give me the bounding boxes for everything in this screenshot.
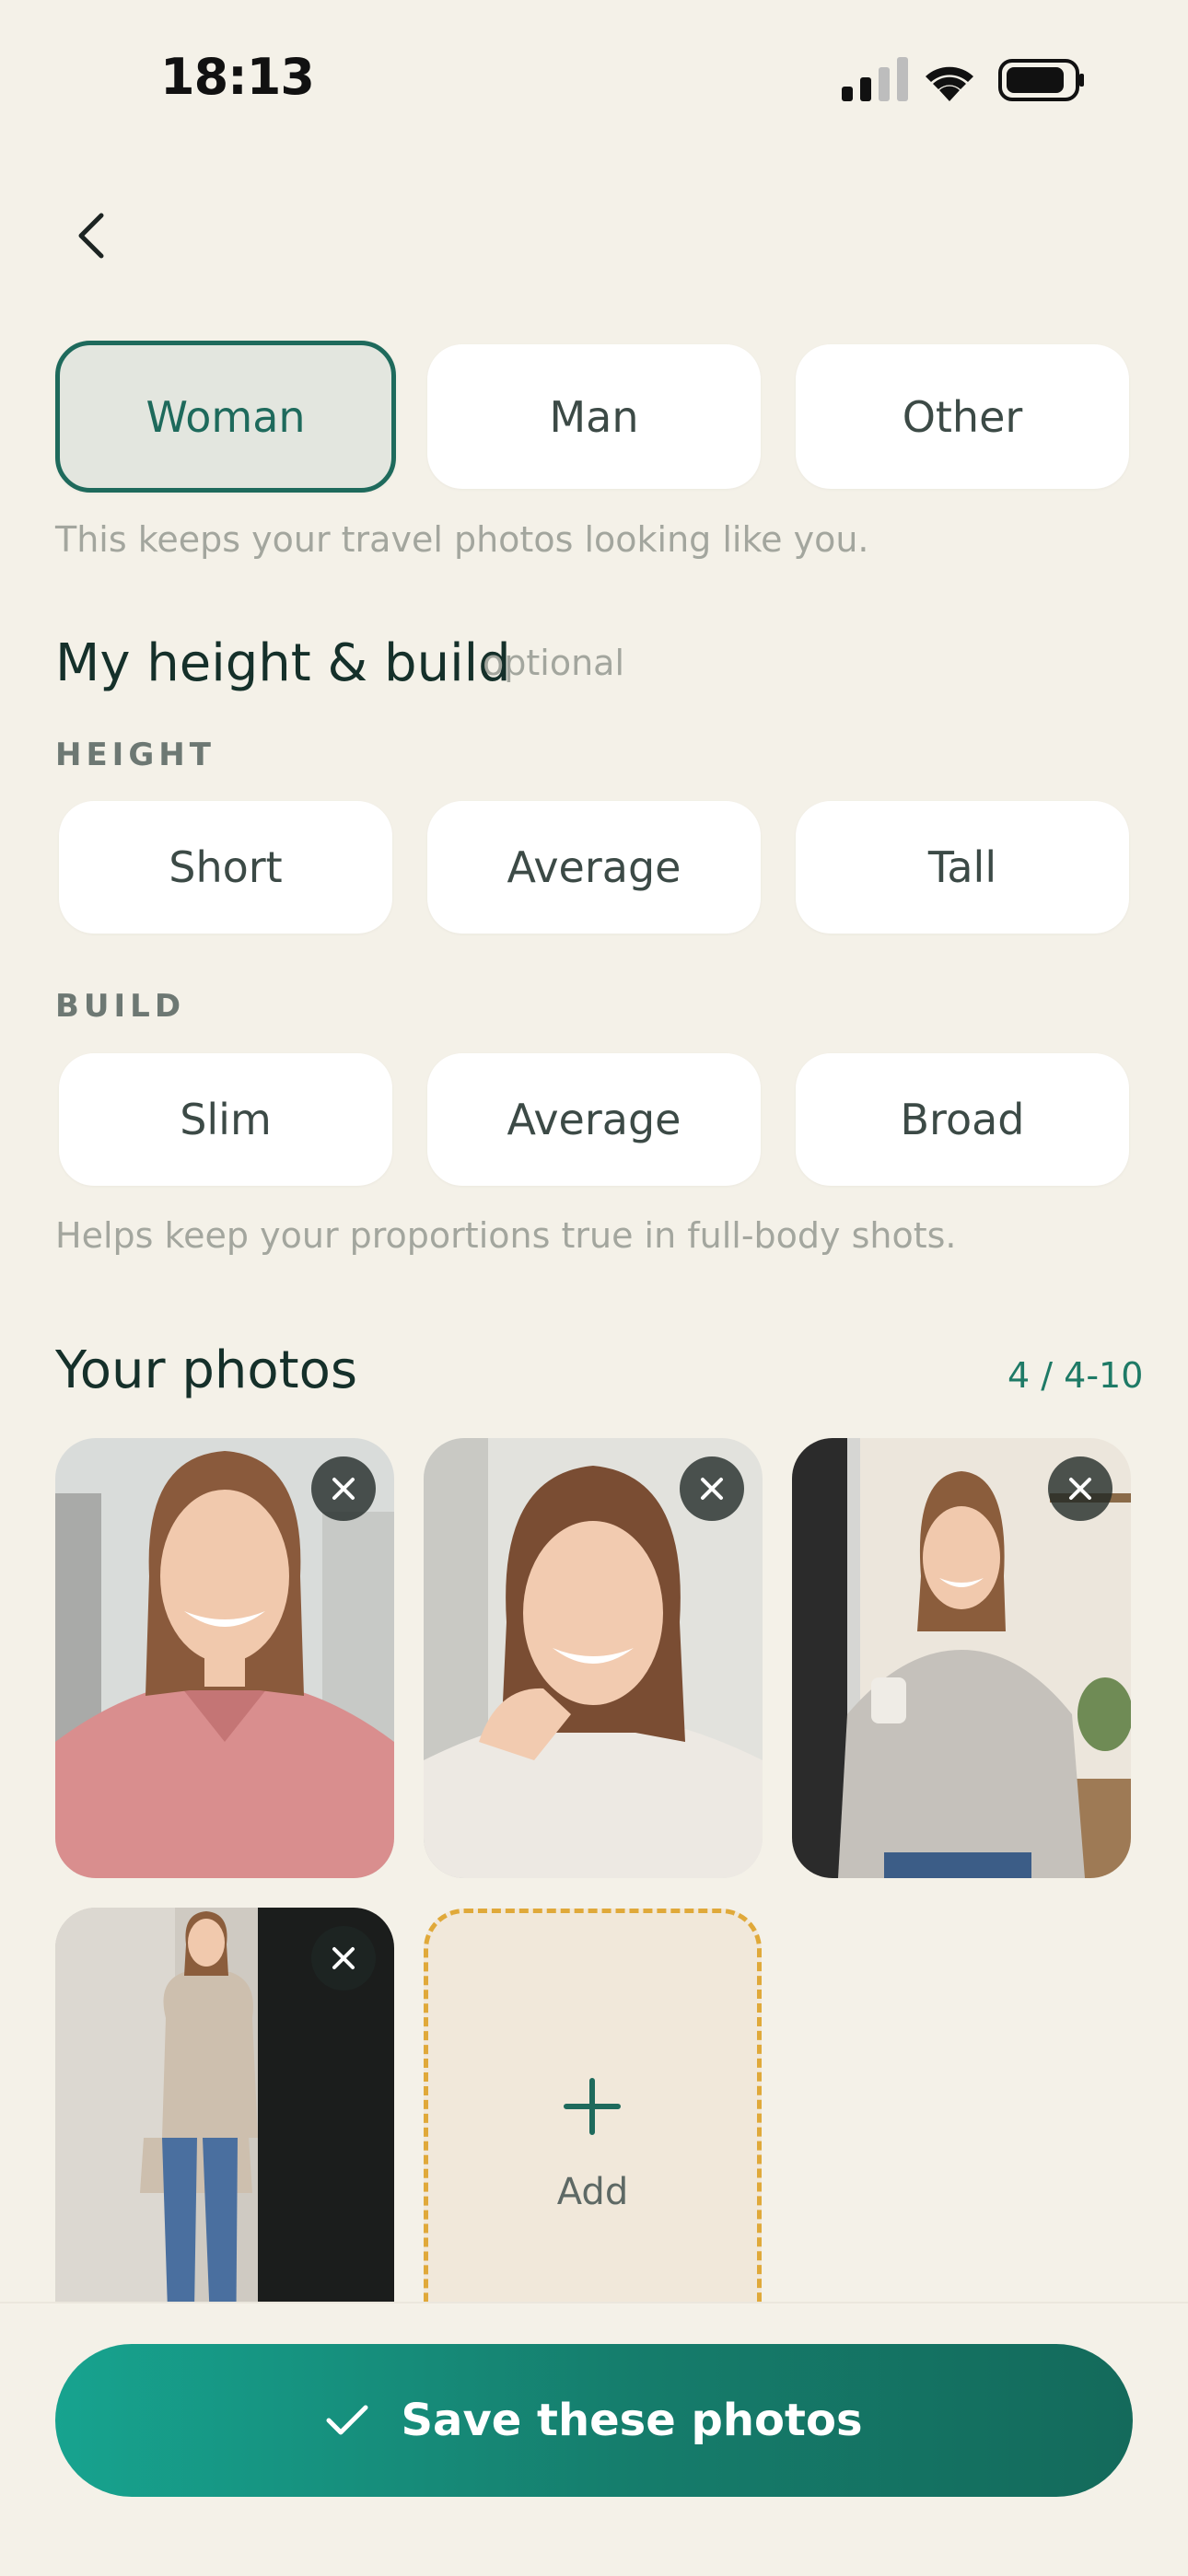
- optional-label: optional: [483, 643, 625, 683]
- height-label: HEIGHT: [55, 737, 215, 773]
- photo-thumbnail-1[interactable]: [55, 1438, 394, 1878]
- plus-icon: [564, 2078, 621, 2135]
- status-time: 18:13: [160, 48, 315, 106]
- height-option-short[interactable]: Short: [59, 801, 392, 934]
- photo-thumbnail-3[interactable]: [792, 1438, 1131, 1878]
- save-photos-button[interactable]: Save these photos: [55, 2344, 1133, 2497]
- height-build-title: My height & build: [55, 633, 511, 693]
- close-icon: [701, 1478, 723, 1500]
- build-hint: Helps keep your proportions true in full…: [55, 1215, 957, 1256]
- close-icon: [1069, 1478, 1091, 1500]
- close-icon: [332, 1947, 355, 1969]
- battery-icon: [998, 59, 1084, 101]
- photos-title: Your photos: [55, 1340, 358, 1400]
- build-option-broad[interactable]: Broad: [796, 1053, 1129, 1186]
- add-photo-label: Add: [556, 2171, 629, 2213]
- remove-photo-button[interactable]: [311, 1926, 376, 1990]
- photos-counter: 4 / 4-10: [1007, 1355, 1144, 1396]
- status-icons: [842, 57, 1084, 101]
- height-option-tall[interactable]: Tall: [796, 801, 1129, 934]
- close-icon: [332, 1478, 355, 1500]
- photo-thumbnail-2[interactable]: [424, 1438, 763, 1878]
- back-button[interactable]: [55, 193, 129, 276]
- gender-hint: This keeps your travel photos looking li…: [55, 519, 869, 560]
- build-option-slim[interactable]: Slim: [59, 1053, 392, 1186]
- cellular-signal-icon: [842, 57, 908, 101]
- remove-photo-button[interactable]: [311, 1456, 376, 1521]
- gender-option-man[interactable]: Man: [427, 344, 761, 489]
- save-button-label: Save these photos: [401, 2395, 863, 2446]
- build-label: BUILD: [55, 988, 186, 1025]
- gender-option-other[interactable]: Other: [796, 344, 1129, 489]
- gender-option-woman[interactable]: Woman: [55, 341, 396, 493]
- height-option-average[interactable]: Average: [427, 801, 761, 934]
- chevron-left-icon: [78, 213, 104, 259]
- checkmark-icon: [326, 2405, 368, 2435]
- remove-photo-button[interactable]: [1048, 1456, 1112, 1521]
- remove-photo-button[interactable]: [680, 1456, 744, 1521]
- wifi-icon: [926, 66, 973, 101]
- build-option-average[interactable]: Average: [427, 1053, 761, 1186]
